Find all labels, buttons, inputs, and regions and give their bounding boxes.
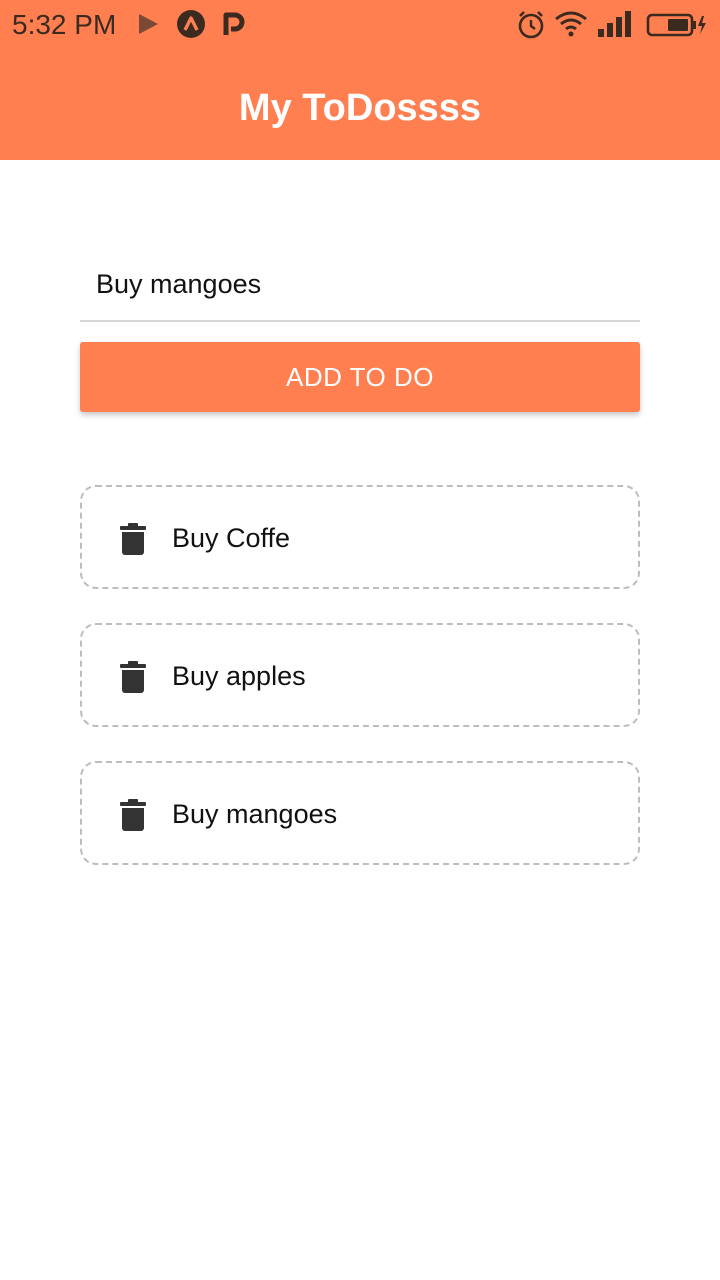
wifi-icon	[555, 11, 587, 37]
status-time: 5:32 PM	[12, 9, 117, 40]
alarm-icon	[518, 11, 544, 39]
todo-text: Buy apples	[172, 661, 306, 691]
app-header: 5:32 PM My ToDossss	[0, 0, 720, 160]
battery-icon	[646, 13, 706, 37]
todo-text: Buy Coffe	[172, 523, 291, 553]
trash-icon[interactable]	[120, 523, 146, 555]
add-todo-button[interactable]: ADD TO DO	[80, 342, 640, 412]
todo-input[interactable]	[80, 250, 640, 318]
list-item: Buy Coffe	[80, 485, 640, 589]
status-bar: 5:32 PM	[0, 0, 720, 50]
page-title: My ToDossss	[238, 87, 482, 129]
signal-icon	[598, 11, 631, 37]
app-a-icon	[177, 10, 205, 38]
todo-list: Buy Coffe Buy apples Buy mangoes	[80, 485, 640, 899]
todo-text: Buy mangoes	[172, 799, 338, 829]
todo-input-field	[80, 250, 640, 322]
trash-icon[interactable]	[120, 799, 146, 831]
app-p-icon	[223, 12, 245, 35]
list-item: Buy mangoes	[80, 761, 640, 865]
play-icon	[139, 14, 158, 34]
trash-icon[interactable]	[120, 661, 146, 693]
list-item: Buy apples	[80, 623, 640, 727]
